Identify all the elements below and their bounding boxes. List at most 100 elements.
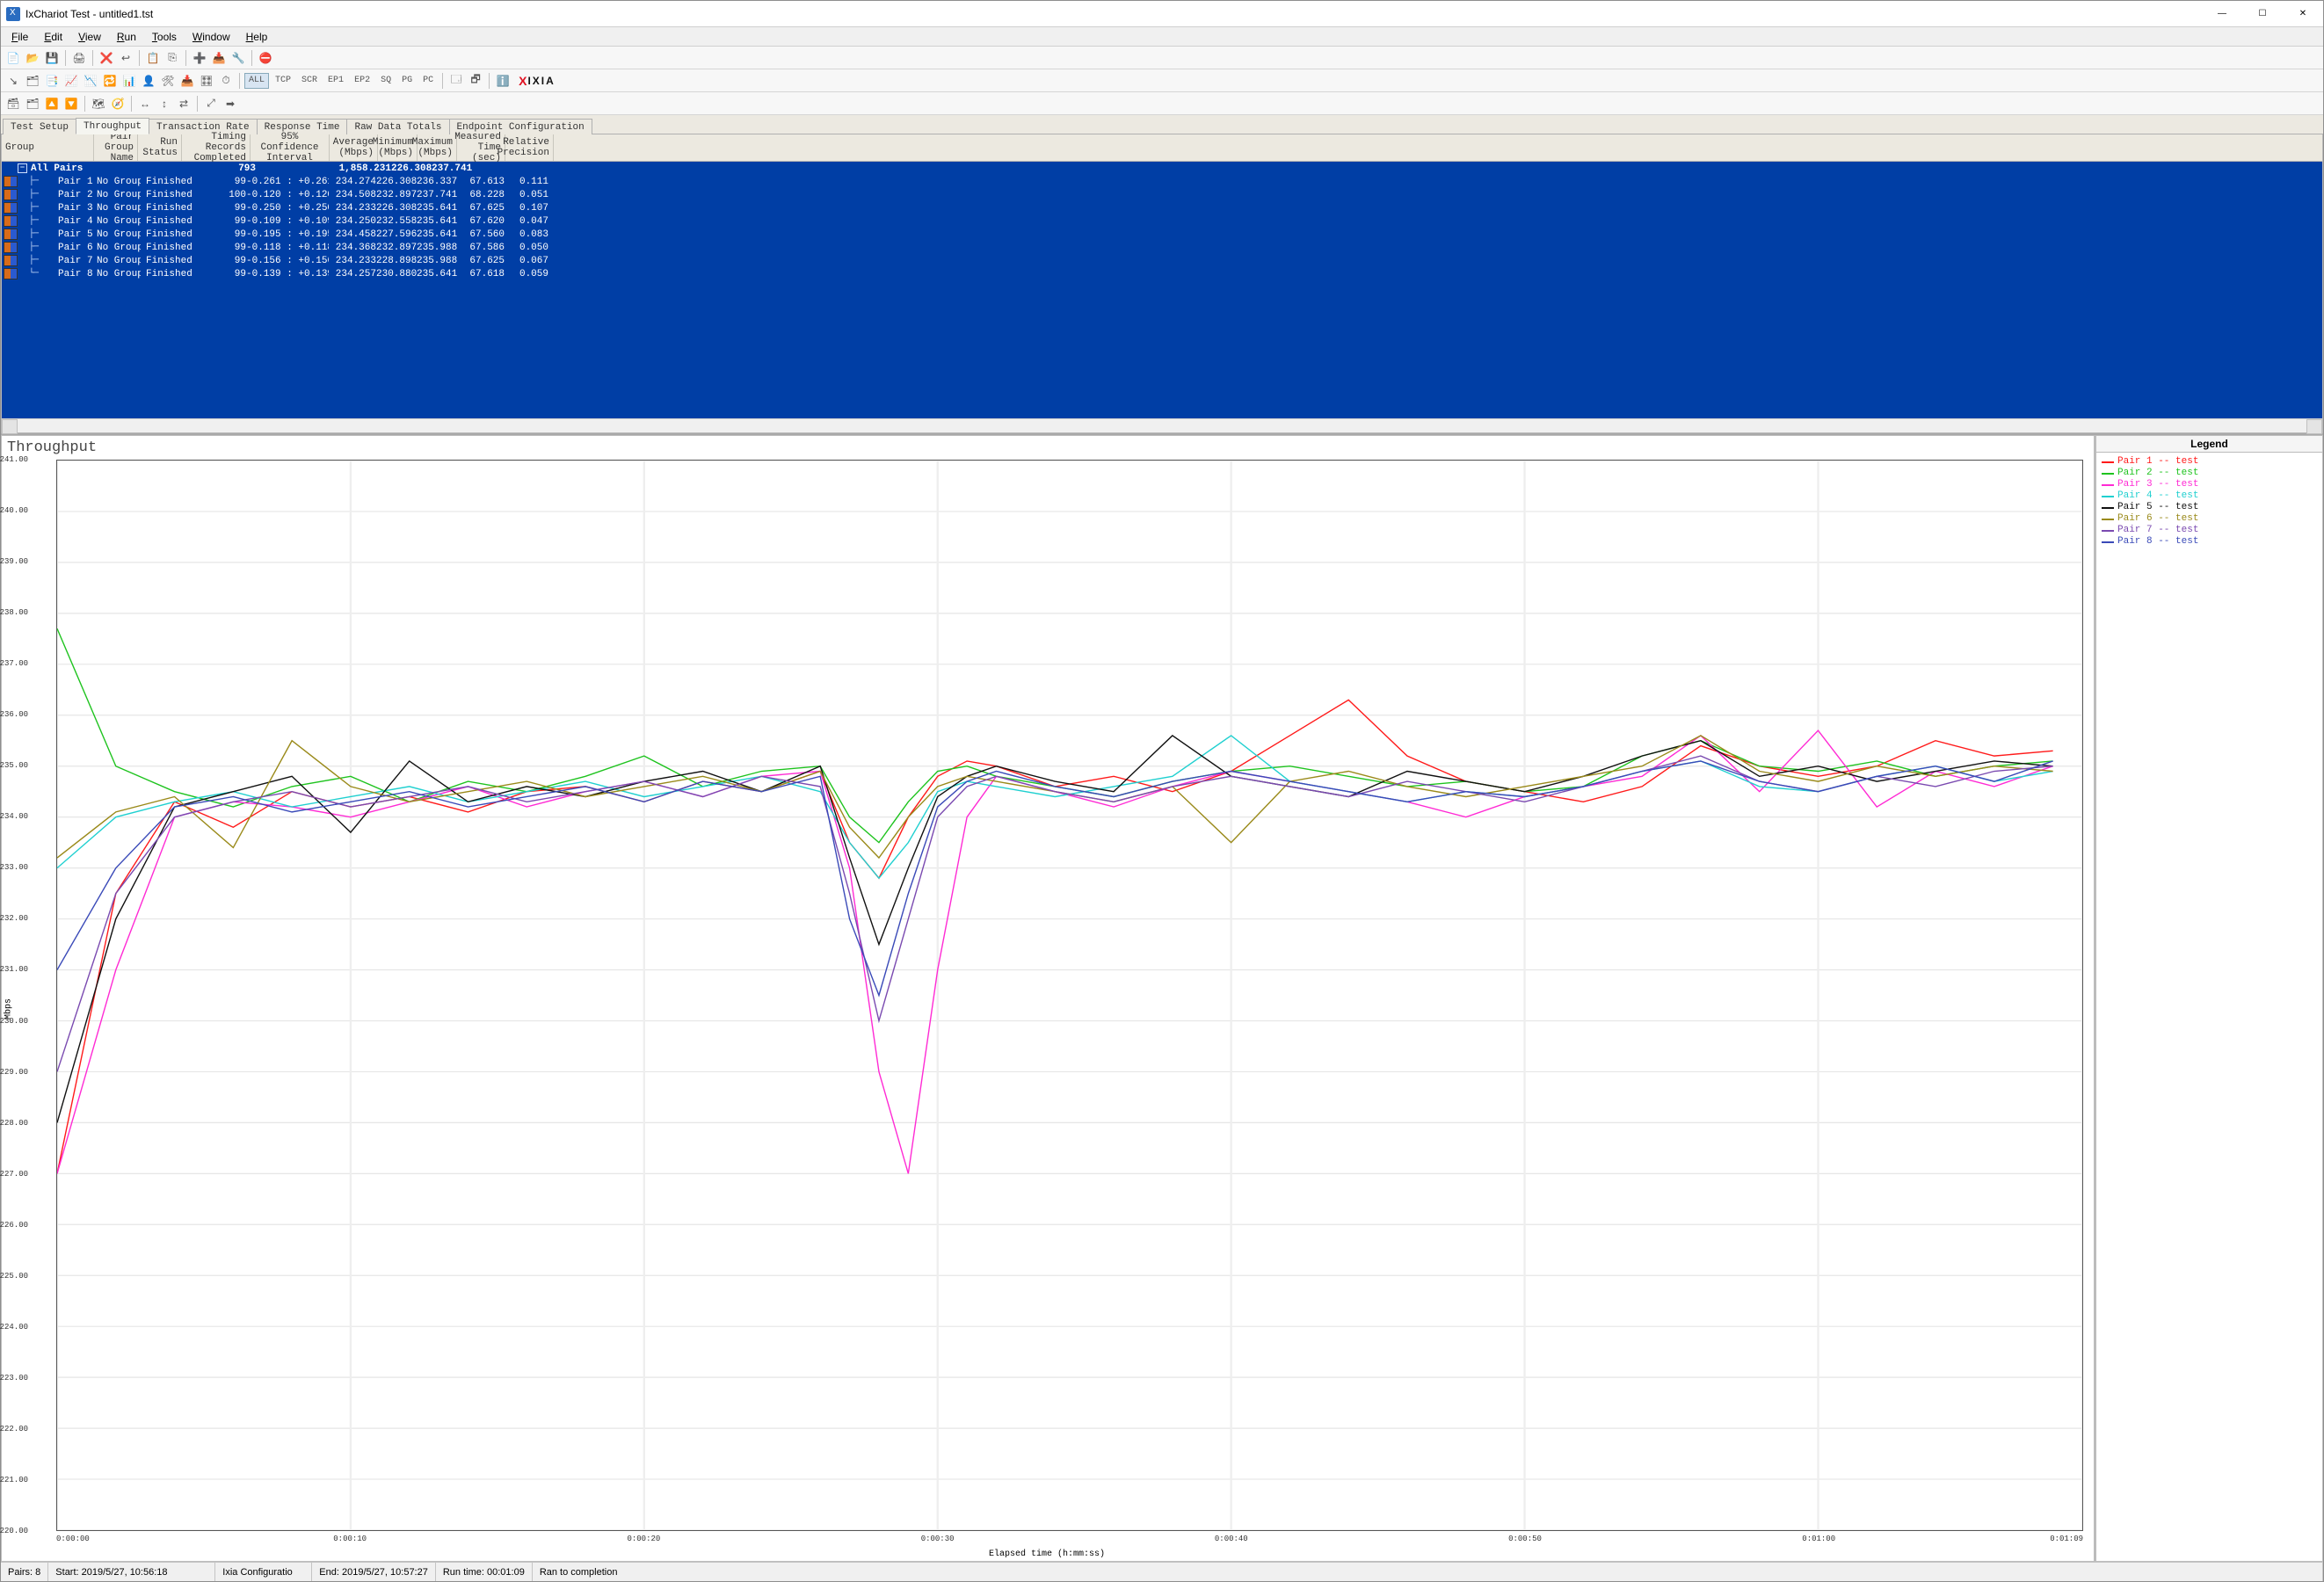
col-confidence-interval[interactable]: 95% ConfidenceInterval <box>251 134 330 161</box>
legend-item[interactable]: Pair 3 -- test <box>2102 479 2317 490</box>
menu-tools[interactable]: Tools <box>145 29 184 45</box>
pair-icon <box>4 202 18 214</box>
close-button[interactable]: ✕ <box>2283 1 2323 26</box>
series-line <box>57 736 2053 878</box>
menu-help[interactable]: Help <box>239 29 275 45</box>
menu-edit[interactable]: Edit <box>37 29 69 45</box>
table-row[interactable]: ├─Pair 1No GroupFinished99-0.261 : +0.26… <box>2 175 2322 188</box>
toolbar1-btn-10[interactable]: ⎘ <box>163 49 181 67</box>
col-timing-records[interactable]: Timing RecordsCompleted <box>182 134 251 161</box>
tab-raw-data-totals[interactable]: Raw Data Totals <box>346 119 449 134</box>
col-maximum[interactable]: Maximum(Mbps) <box>418 134 457 161</box>
collapse-icon[interactable]: − <box>18 163 27 173</box>
menu-view[interactable]: View <box>71 29 108 45</box>
toolbar2-trailing-2[interactable]: 🗗 <box>467 72 484 90</box>
table-row[interactable]: ├─Pair 3No GroupFinished99-0.250 : +0.25… <box>2 201 2322 214</box>
status-pairs: Pairs: 8 <box>1 1563 48 1581</box>
toolbar2-icon-6[interactable]: 📊 <box>120 72 138 90</box>
table-row[interactable]: └─Pair 8No GroupFinished99-0.139 : +0.13… <box>2 267 2322 280</box>
toolbar2-icon-9[interactable]: 📥 <box>178 72 196 90</box>
toolbar1-btn-7[interactable]: ↩ <box>117 49 134 67</box>
grid-horizontal-scrollbar[interactable] <box>2 418 2322 432</box>
toolbar3-btn-9[interactable]: ↕ <box>156 95 173 112</box>
filter-pg[interactable]: PG <box>397 73 417 89</box>
titlebar: IxChariot Test - untitled1.tst — ☐ ✕ <box>1 1 2323 27</box>
toolbar1-btn-14[interactable]: 🔧 <box>229 49 247 67</box>
toolbar1-btn-4[interactable]: 🖨 <box>70 49 88 67</box>
toolbar3-btn-2[interactable]: 🔼 <box>43 95 61 112</box>
toolbar2-icon-10[interactable]: 🎛 <box>198 72 215 90</box>
ytick-label: 220.00 <box>0 1527 28 1535</box>
toolbar1-btn-1[interactable]: 📂 <box>24 49 41 67</box>
filter-sq[interactable]: SQ <box>376 73 396 89</box>
minimize-button[interactable]: — <box>2202 1 2242 26</box>
table-row[interactable]: ├─Pair 4No GroupFinished99-0.109 : +0.10… <box>2 214 2322 228</box>
toolbar1-btn-9[interactable]: 📋 <box>144 49 162 67</box>
legend-item[interactable]: Pair 5 -- test <box>2102 502 2317 513</box>
toolbar1-btn-6[interactable]: ❌ <box>98 49 115 67</box>
summary-row[interactable]: −All Pairs7931,858.231226.308237.741 <box>2 162 2322 175</box>
toolbar3-btn-10[interactable]: ⇄ <box>175 95 192 112</box>
legend-swatch <box>2102 507 2114 509</box>
menu-run[interactable]: Run <box>110 29 143 45</box>
toolbar1-btn-16[interactable]: ⛔ <box>257 49 274 67</box>
grid-body[interactable]: −All Pairs7931,858.231226.308237.741├─Pa… <box>2 162 2322 418</box>
legend-swatch <box>2102 484 2114 486</box>
filter-ep2[interactable]: EP2 <box>350 73 374 89</box>
toolbar2-icon-2[interactable]: 📑 <box>43 72 61 90</box>
col-run-status[interactable]: Run Status <box>138 134 182 161</box>
toolbar2-icon-4[interactable]: 📉 <box>82 72 99 90</box>
toolbar3-btn-12[interactable]: ⤢ <box>202 95 220 112</box>
col-group[interactable]: Group <box>2 134 94 161</box>
toolbar2-icon-3[interactable]: 📈 <box>62 72 80 90</box>
ytick-label: 223.00 <box>0 1374 28 1382</box>
toolbar1-btn-0[interactable]: 📄 <box>4 49 22 67</box>
toolbar2-trailing-4[interactable]: ℹ️ <box>494 72 512 90</box>
toolbar3-btn-3[interactable]: 🔽 <box>62 95 80 112</box>
toolbar2-icon-7[interactable]: 👤 <box>140 72 157 90</box>
legend-item[interactable]: Pair 8 -- test <box>2102 536 2317 548</box>
legend-item[interactable]: Pair 2 -- test <box>2102 468 2317 479</box>
filter-tcp[interactable]: TCP <box>271 73 295 89</box>
tab-throughput[interactable]: Throughput <box>76 118 149 134</box>
menu-file[interactable]: File <box>4 29 35 45</box>
toolbar1-btn-2[interactable]: 💾 <box>43 49 61 67</box>
col-relative-precision[interactable]: RelativePrecision <box>505 134 554 161</box>
table-row[interactable]: ├─Pair 6No GroupFinished99-0.118 : +0.11… <box>2 241 2322 254</box>
chart-plot-area[interactable] <box>56 460 2083 1531</box>
ytick-label: 221.00 <box>0 1476 28 1484</box>
toolbar2-icon-8[interactable]: 🛠 <box>159 72 177 90</box>
toolbar3-btn-1[interactable]: 🗂 <box>24 95 41 112</box>
toolbar3-btn-13[interactable]: ➡ <box>222 95 239 112</box>
toolbar2-trailing-1[interactable]: 🗔 <box>447 72 465 90</box>
table-row[interactable]: ├─Pair 5No GroupFinished99-0.195 : +0.19… <box>2 228 2322 241</box>
filter-ep1[interactable]: EP1 <box>323 73 348 89</box>
legend-item[interactable]: Pair 6 -- test <box>2102 513 2317 525</box>
menu-window[interactable]: Window <box>185 29 237 45</box>
toolbar3-btn-5[interactable]: 🗺 <box>90 95 107 112</box>
legend-item[interactable]: Pair 7 -- test <box>2102 525 2317 536</box>
toolbar2-icon-11[interactable]: ⏱ <box>217 72 235 90</box>
toolbar3-btn-0[interactable]: 🗃 <box>4 95 22 112</box>
toolbar3-btn-6[interactable]: 🧭 <box>109 95 127 112</box>
filter-pc[interactable]: PC <box>418 73 438 89</box>
col-pair-group-name[interactable]: Pair GroupName <box>94 134 138 161</box>
table-row[interactable]: ├─Pair 7No GroupFinished99-0.156 : +0.15… <box>2 254 2322 267</box>
toolbar-row-3: 🗃🗂🔼🔽 🗺🧭 ↔↕⇄ ⤢➡ <box>1 92 2323 115</box>
toolbar2-icon-0[interactable]: ↘ <box>4 72 22 90</box>
filter-scr[interactable]: SCR <box>297 73 322 89</box>
toolbar2-icon-5[interactable]: 🔁 <box>101 72 119 90</box>
toolbar2-icon-1[interactable]: 🗂 <box>24 72 41 90</box>
filter-all[interactable]: ALL <box>244 73 269 89</box>
toolbar1-btn-12[interactable]: ➕ <box>191 49 208 67</box>
col-average[interactable]: Average(Mbps) <box>330 134 378 161</box>
toolbar1-btn-13[interactable]: 📥 <box>210 49 228 67</box>
legend-item[interactable]: Pair 4 -- test <box>2102 490 2317 502</box>
legend-item[interactable]: Pair 1 -- test <box>2102 456 2317 468</box>
table-row[interactable]: ├─Pair 2No GroupFinished100-0.120 : +0.1… <box>2 188 2322 201</box>
xtick-label: 0:00:00 <box>56 1535 90 1543</box>
maximize-button[interactable]: ☐ <box>2242 1 2283 26</box>
ytick-label: 228.00 <box>0 1119 28 1128</box>
tab-test-setup[interactable]: Test Setup <box>3 119 76 134</box>
toolbar3-btn-8[interactable]: ↔ <box>136 95 154 112</box>
